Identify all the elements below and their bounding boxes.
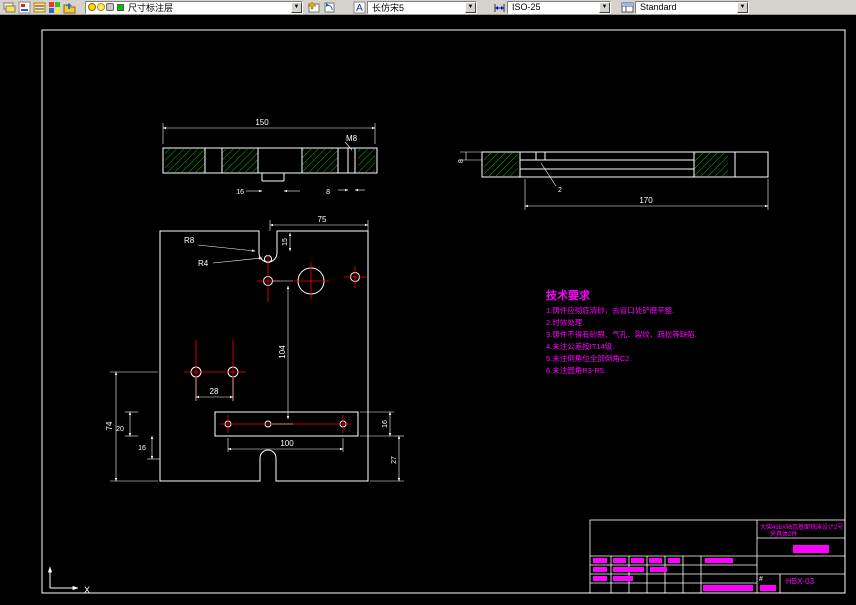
dim-style-icon[interactable]	[493, 1, 506, 14]
table-style-dropdown[interactable]: Standard ▼	[635, 0, 749, 14]
view-side-section: 2 8 170	[458, 151, 769, 210]
title-block-hash: #	[759, 576, 763, 583]
top-toolbar: 尺寸标注层 ▼ A 长仿宋5 ▼ ISO-25 ▼ Standard ▼	[0, 0, 856, 15]
dim-side-length-label: 170	[639, 196, 653, 205]
dim-style-dropdown[interactable]: ISO-25 ▼	[507, 0, 611, 14]
view-front: 75 R8 R4 15 104 28 74 20 16 100 16 27	[105, 215, 404, 482]
view-top-section: 150 M8 16 8	[162, 118, 378, 196]
dim-top-width-label: 150	[255, 118, 269, 127]
folder-icon[interactable]	[63, 1, 76, 14]
current-text-style: 长仿宋5	[372, 2, 405, 13]
tech-requirement-item: 6.未注圆角R3-R5.	[546, 365, 606, 375]
table-style-dropdown-arrow[interactable]: ▼	[737, 1, 748, 13]
dim-style-dropdown-arrow[interactable]: ▼	[599, 1, 610, 13]
dim-left-height-label: 74	[105, 421, 114, 430]
dim-side-step-label: 2	[558, 187, 562, 194]
table-style-icon[interactable]	[621, 1, 634, 14]
centerlines	[184, 255, 366, 433]
layer-previous-icon[interactable]	[323, 1, 336, 14]
sheet-border	[41, 29, 846, 594]
dim-tab-width-label: 16	[236, 189, 244, 196]
dim-bottom-offset-label: 27	[391, 456, 398, 464]
dim-notch-depth-label: 15	[282, 238, 289, 246]
layer-dropdown-arrow[interactable]: ▼	[291, 1, 302, 13]
layer-lock-icon[interactable]	[106, 3, 114, 11]
tech-requirement-item: 2.时效处理.	[546, 317, 584, 327]
title-block-project-line2: 夹具体2件	[770, 530, 797, 538]
layer-on-bulb-icon[interactable]	[88, 3, 96, 11]
dim-tab-hole-label: 8	[326, 189, 330, 196]
dim-hole-spacing-label: 28	[210, 387, 219, 396]
text-style-dropdown-arrow[interactable]: ▼	[465, 1, 476, 13]
dim-inner-radius-label: R4	[198, 259, 209, 268]
tech-requirement-item: 5.未注倒角位全部倒角C2.	[546, 353, 631, 363]
dim-side-thickness-label: 8	[458, 159, 465, 163]
layer-dropdown[interactable]: 尺寸标注层 ▼	[85, 0, 303, 14]
tech-requirement-item: 3.铸件不得有砂眼、气孔、裂纹、疏松等缺陷.	[546, 329, 697, 339]
text-style-dropdown[interactable]: 长仿宋5 ▼	[367, 0, 477, 14]
ucs-icon: X	[47, 566, 90, 595]
color-control-icon[interactable]	[48, 1, 61, 14]
dim-front-width-label: 75	[318, 215, 327, 224]
model-space-canvas[interactable]: 150 M8 16 8 2 8 170 75 R8 R4 15 104 28 7…	[0, 15, 856, 605]
layer-freeze-sun-icon[interactable]	[97, 3, 105, 11]
tech-requirements: 技术要求 1.铸件应彻底清砂，去冒口处铲磨平整. 2.时效处理. 3.铸件不得有…	[546, 288, 697, 375]
layer-manager-icon[interactable]	[18, 1, 31, 14]
dim-left-a-label: 20	[116, 426, 124, 433]
title-block-project-line1: 大柴498X轴瓦基面铣床设计2号	[760, 523, 843, 531]
text-style-icon[interactable]: A	[353, 1, 366, 14]
dim-notch-radius-label: R8	[184, 236, 195, 245]
title-block: 大柴498X轴瓦基面铣床设计2号 夹具体2件 # HBX-03	[589, 519, 846, 594]
drawing-canvas[interactable]: 150 M8 16 8 2 8 170 75 R8 R4 15 104 28 7…	[0, 15, 856, 605]
tech-requirement-item: 4.未注公差按IT14级.	[546, 341, 614, 351]
tech-requirement-item: 1.铸件应彻底清砂，去冒口处铲磨平整.	[546, 305, 674, 315]
current-layer-name: 尺寸标注层	[128, 2, 174, 13]
dim-slot-height-label: 16	[382, 420, 389, 428]
dim-left-b-label: 16	[138, 445, 146, 452]
dim-thread-label: M8	[346, 134, 358, 143]
layer-color-swatch	[117, 3, 124, 11]
make-layer-current-icon[interactable]	[308, 1, 321, 14]
ucs-x-axis-label: X	[84, 585, 90, 595]
current-dim-style: ISO-25	[512, 2, 541, 12]
cad-application-window: 尺寸标注层 ▼ A 长仿宋5 ▼ ISO-25 ▼ Standard ▼ 150…	[0, 0, 856, 605]
title-block-drawing-no: HBX-03	[786, 577, 815, 586]
current-table-style: Standard	[640, 2, 677, 12]
layers-icon[interactable]	[3, 1, 16, 14]
tech-requirements-title: 技术要求	[546, 288, 591, 302]
dim-center-height-label: 104	[278, 345, 287, 359]
linetype-icon[interactable]	[33, 1, 46, 14]
dim-slot-span-label: 100	[280, 439, 294, 448]
svg-text:A: A	[356, 3, 363, 14]
